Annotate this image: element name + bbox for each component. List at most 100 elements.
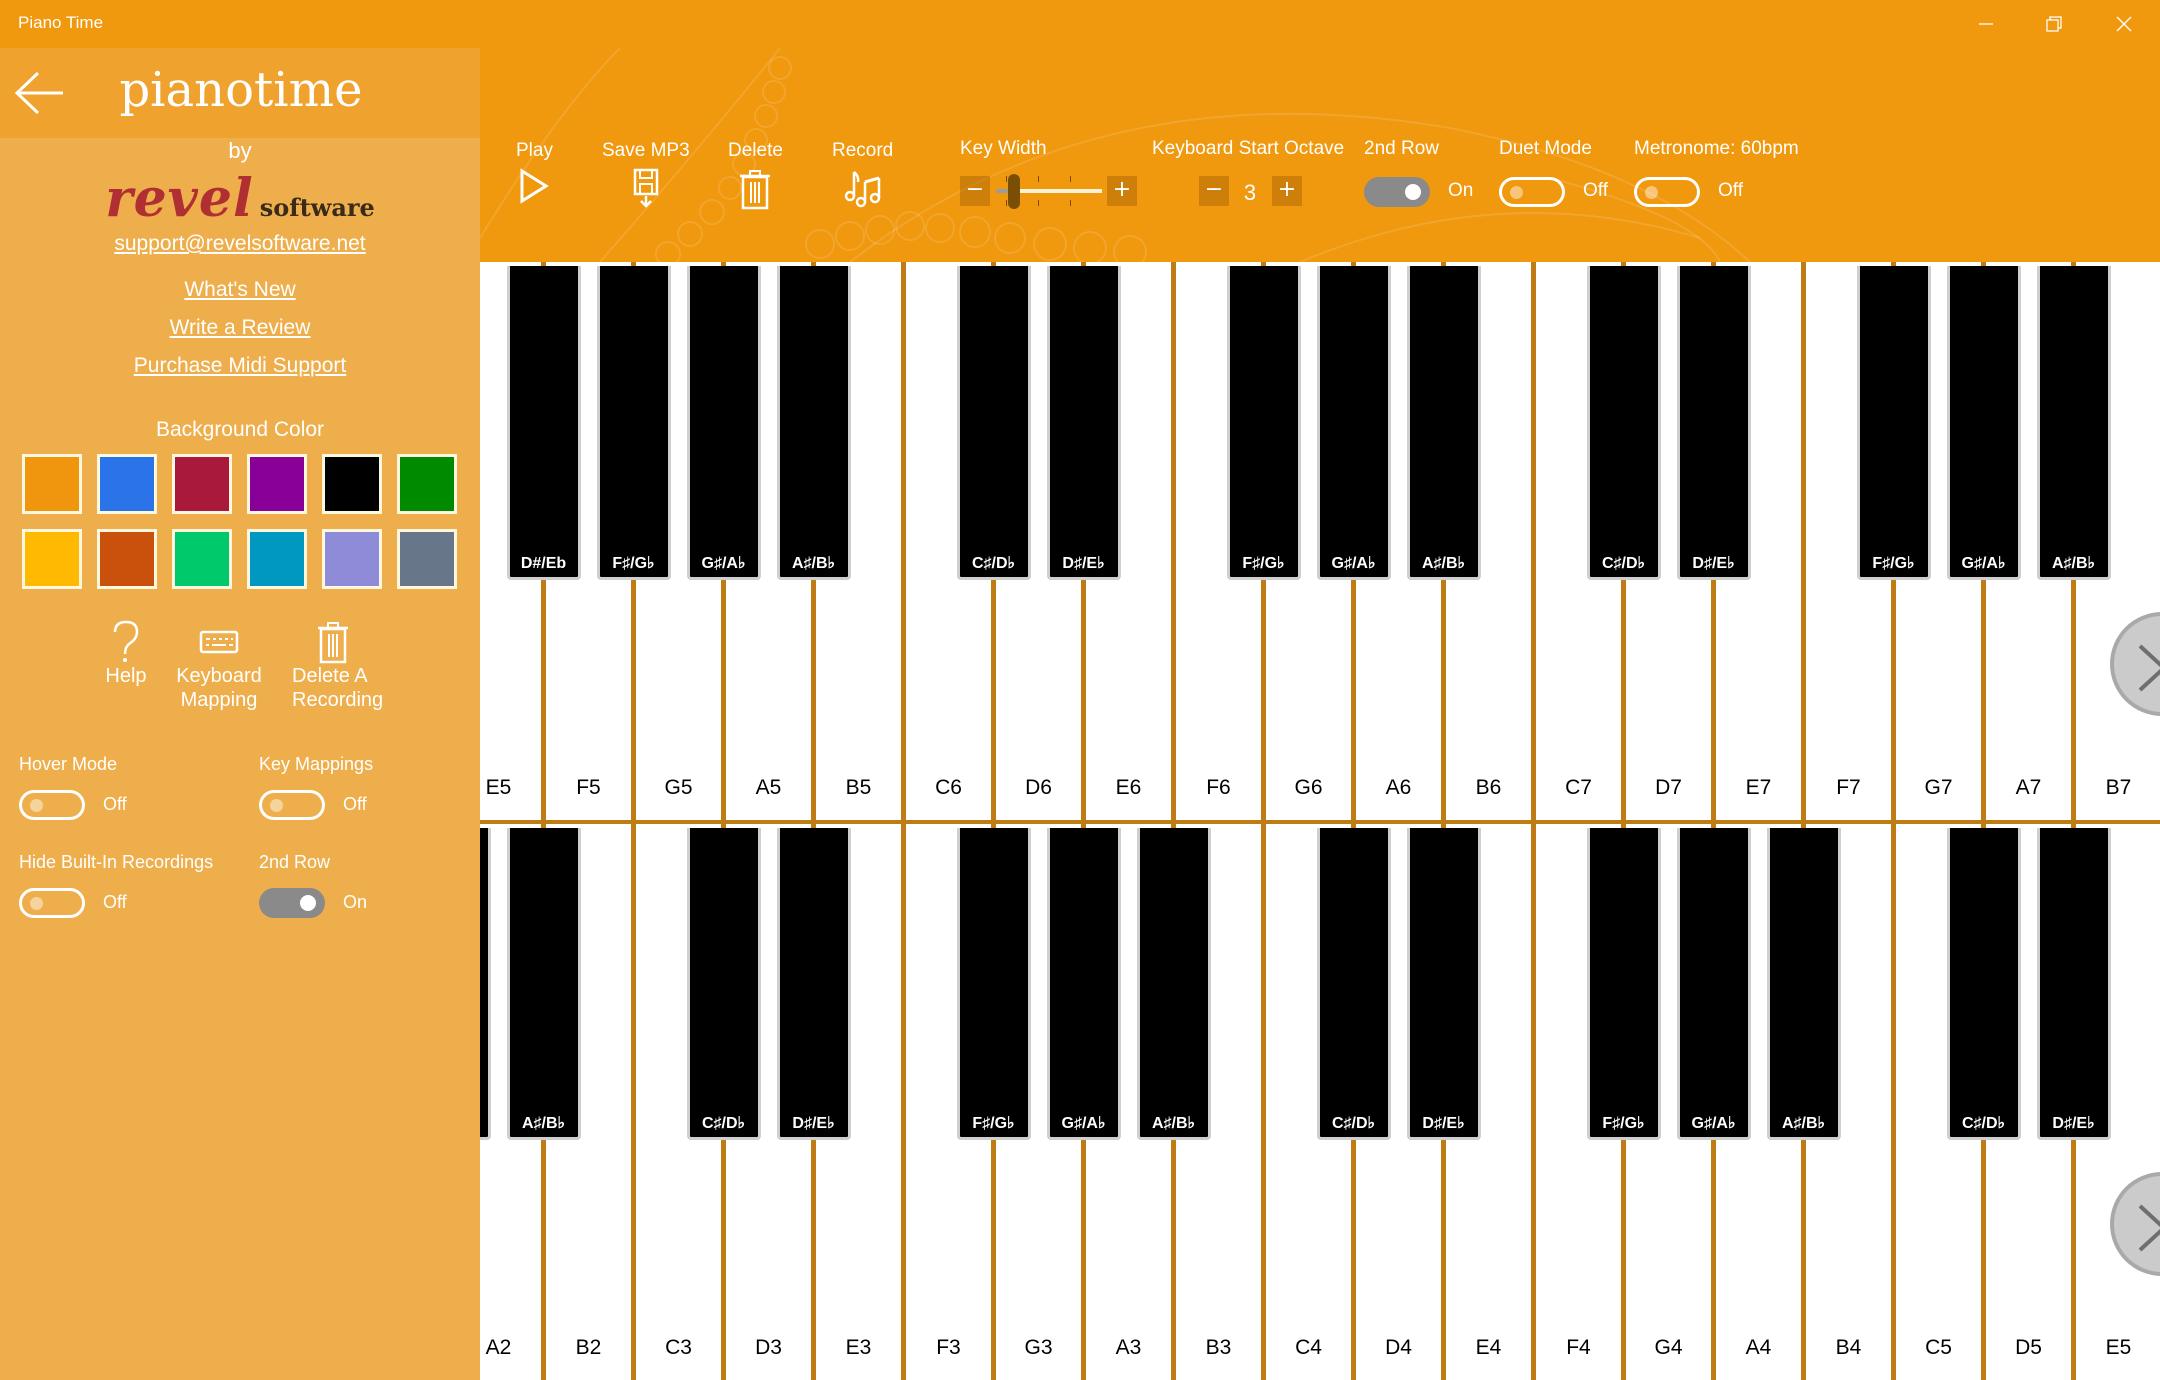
color-swatch[interactable] <box>322 529 382 589</box>
black-key[interactable]: D#/Eb <box>506 266 581 580</box>
black-key[interactable]: G♯/A♭ <box>686 266 761 580</box>
restore-button[interactable] <box>2020 0 2088 48</box>
color-swatch[interactable] <box>397 529 457 589</box>
toggle-knob <box>1405 184 1421 200</box>
save-mp3-button[interactable]: Save MP3 <box>602 140 690 210</box>
help-icon <box>113 620 139 662</box>
slider-thumb[interactable] <box>1008 174 1021 209</box>
black-key[interactable]: A♯/B♭ <box>776 266 851 580</box>
black-key[interactable]: A♯/B♭ <box>2036 266 2111 580</box>
octave-increase-button[interactable]: + <box>1272 176 1302 206</box>
key-label: D♯/E♭ <box>792 1115 835 1132</box>
delete-button[interactable]: Delete <box>728 140 783 210</box>
black-key[interactable]: D♯/E♭ <box>776 828 851 1140</box>
color-swatch[interactable] <box>97 454 157 514</box>
key-label: C5 <box>1925 1336 1952 1359</box>
key-label: G6 <box>1294 776 1323 799</box>
slider-tick <box>1038 176 1039 182</box>
key-label: E7 <box>1745 776 1772 799</box>
trash-icon <box>318 622 348 664</box>
color-swatch[interactable] <box>322 454 382 514</box>
black-key[interactable]: C♯/D♭ <box>1946 828 2021 1140</box>
slider-tick <box>1006 176 1007 182</box>
color-swatch[interactable] <box>247 454 307 514</box>
keyboard-mapping-label: Keyboard Mapping <box>176 665 262 711</box>
key-label: E4 <box>1475 1336 1502 1359</box>
black-key[interactable]: F♯/G♭ <box>956 828 1031 1140</box>
black-key[interactable]: A♯/B♭ <box>1406 266 1481 580</box>
key-label: B7 <box>2105 776 2132 799</box>
delete-recording-button[interactable]: Delete A Recording <box>278 620 388 712</box>
play-button[interactable]: Play <box>516 140 553 204</box>
key-mappings-toggle[interactable] <box>259 790 325 820</box>
key-width-slider[interactable] <box>996 172 1102 212</box>
toggle-knob <box>30 799 43 812</box>
key-label: A2 <box>485 1336 512 1359</box>
black-key[interactable]: F♯/G♭ <box>596 266 671 580</box>
black-key[interactable]: C♯/D♭ <box>686 828 761 1140</box>
black-key[interactable]: C♯/D♭ <box>956 266 1031 580</box>
black-key[interactable]: C♯/D♭ <box>1586 266 1661 580</box>
minimize-button[interactable] <box>1952 0 2020 48</box>
color-swatch[interactable] <box>22 529 82 589</box>
key-label: F♯/G♭ <box>1872 555 1915 572</box>
support-email-link[interactable]: support@revelsoftware.net <box>0 232 480 256</box>
key-label: G3 <box>1024 1336 1053 1359</box>
black-key[interactable]: D♯/E♭ <box>1046 266 1121 580</box>
hover-mode-toggle[interactable] <box>19 790 85 820</box>
back-arrow-icon[interactable] <box>14 70 66 116</box>
write-review-link[interactable]: Write a Review <box>0 316 480 340</box>
key-label: B2 <box>575 1336 602 1359</box>
black-key[interactable]: F♯/G♭ <box>1226 266 1301 580</box>
black-key[interactable]: D♯/E♭ <box>1406 828 1481 1140</box>
black-key[interactable]: G♯/A♭ <box>1046 828 1121 1140</box>
octave-decrease-button[interactable]: − <box>1199 176 1229 206</box>
sidebar-second-row-toggle[interactable] <box>259 888 325 918</box>
duet-mode-toggle[interactable] <box>1499 177 1565 207</box>
purchase-midi-link[interactable]: Purchase Midi Support <box>0 354 480 378</box>
color-swatch[interactable] <box>247 529 307 589</box>
black-key[interactable]: A♯/B♭ <box>506 828 581 1140</box>
key-label: A♯/B♭ <box>521 1115 566 1132</box>
toggle-knob <box>270 799 283 812</box>
whats-new-link[interactable]: What's New <box>0 278 480 302</box>
app-brand: pianotime <box>119 62 363 118</box>
keyboard-mapping-button[interactable]: Keyboard Mapping <box>164 620 274 712</box>
color-swatch[interactable] <box>397 454 457 514</box>
color-swatch[interactable] <box>172 529 232 589</box>
black-key[interactable]: C♯/D♭ <box>1316 828 1391 1140</box>
black-key[interactable]: G♯/A♭ <box>1946 266 2021 580</box>
black-key[interactable]: A♯/B♭ <box>1136 828 1211 1140</box>
black-key[interactable]: F♯/G♭ <box>1856 266 1931 580</box>
black-key[interactable]: F♯/G♭ <box>1586 828 1661 1140</box>
sidebar-header: pianotime <box>0 48 480 138</box>
key-label: F♯/G♭ <box>972 1115 1015 1132</box>
key-label: D4 <box>1385 1336 1412 1359</box>
key-label: G7 <box>1924 776 1953 799</box>
black-key[interactable]: D♯/E♭ <box>1676 266 1751 580</box>
key-width-increase-button[interactable]: + <box>1107 176 1137 206</box>
second-row-toggle[interactable] <box>1364 177 1430 207</box>
key-label: D♯/E♭ <box>2052 1115 2095 1132</box>
key-label: D♯/E♭ <box>1692 555 1735 572</box>
slider-tick <box>1070 200 1071 206</box>
black-key[interactable]: G♯/A♭ <box>1676 828 1751 1140</box>
octave-value: 3 <box>1243 180 1257 205</box>
keyboard-row-lower: A2 B2 C3 D3 E3 F3 G3 A3 B3 C4 D4 E4 F4 G4 A4 B4 C5 D5 E5 G♯… <box>480 824 2160 1380</box>
record-button[interactable]: Record <box>832 140 893 208</box>
close-button[interactable] <box>2090 0 2158 48</box>
trash-icon <box>740 170 771 210</box>
color-swatch[interactable] <box>172 454 232 514</box>
black-key[interactable]: A♯/B♭ <box>1766 828 1841 1140</box>
black-key[interactable]: D♯/E♭ <box>2036 828 2111 1140</box>
key-width-decrease-button[interactable]: − <box>960 176 990 206</box>
metronome-toggle[interactable] <box>1634 177 1700 207</box>
key-label: E5 <box>485 776 512 799</box>
black-key[interactable]: G♯/A♭ <box>1316 266 1391 580</box>
color-swatch[interactable] <box>97 529 157 589</box>
metronome-state: Off <box>1718 180 1743 201</box>
black-key[interactable]: G♯/A♭ <box>480 828 491 1140</box>
color-swatch[interactable] <box>22 454 82 514</box>
save-icon <box>633 168 659 208</box>
hide-recordings-toggle[interactable] <box>19 888 85 918</box>
